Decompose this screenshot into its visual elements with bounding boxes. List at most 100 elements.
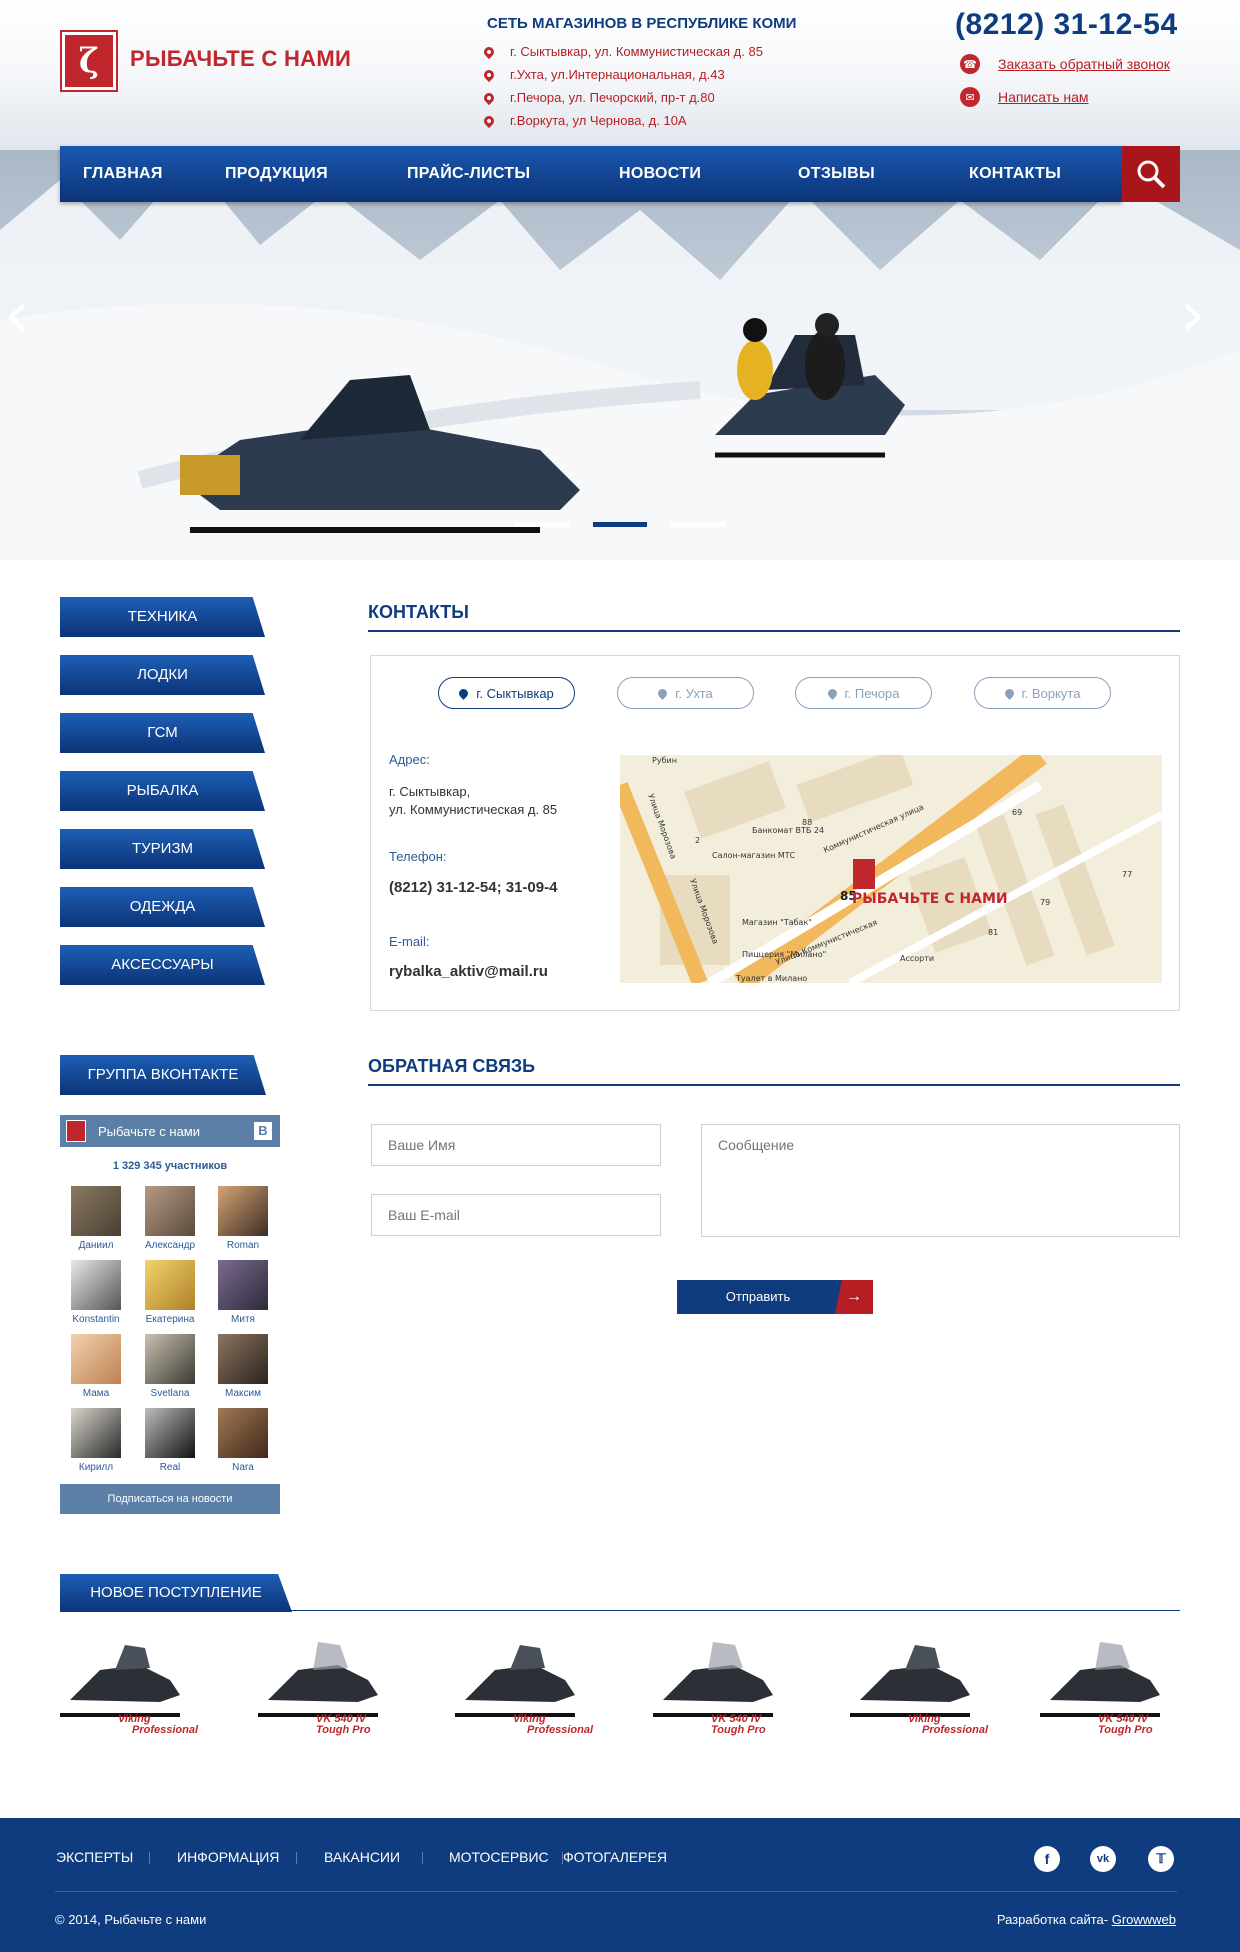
vk-member[interactable]: Svetlana	[140, 1334, 200, 1399]
product-card[interactable]: VK 540 IV Tough Pro	[653, 1640, 793, 1740]
facebook-icon[interactable]: f	[1034, 1846, 1060, 1872]
avatar	[71, 1408, 121, 1458]
location-pin-icon	[481, 113, 497, 128]
message-textarea[interactable]	[701, 1124, 1180, 1237]
map-label: 69	[1012, 808, 1022, 817]
vk-widget-header[interactable]: Рыбачьте с нами B	[60, 1115, 280, 1147]
email-input[interactable]	[371, 1194, 661, 1236]
footer	[0, 1818, 1240, 1952]
developer-link[interactable]: Growwweb	[1112, 1912, 1176, 1927]
network-title: СЕТЬ МАГАЗИНОВ В РЕСПУБЛИКЕ КОМИ	[487, 15, 797, 32]
category-tech[interactable]: ТЕХНИКА	[60, 597, 265, 637]
category-clothing[interactable]: ОДЕЖДА	[60, 887, 265, 927]
nav-item-news[interactable]: НОВОСТИ	[619, 146, 701, 202]
map-label: Рубин	[652, 756, 677, 765]
slider-next-arrow[interactable]: ›	[1180, 283, 1220, 347]
vk-member[interactable]: Митя	[213, 1260, 273, 1325]
product-label: Viking Professional	[118, 1713, 199, 1736]
vk-member[interactable]: Александр	[140, 1186, 200, 1251]
avatar	[218, 1260, 268, 1310]
twitter-icon[interactable]: 𝕋	[1148, 1846, 1174, 1872]
city-tab-vorkuta[interactable]: г. Воркута	[974, 677, 1111, 709]
vk-member[interactable]: Мама	[66, 1334, 126, 1399]
vk-member[interactable]: Nara	[213, 1408, 273, 1473]
snowmobile-image	[653, 1642, 773, 1717]
category-fuel[interactable]: ГСМ	[60, 713, 265, 753]
vk-member[interactable]: Кирилл	[66, 1408, 126, 1473]
map[interactable]: Рубин Улица Морозова Банкомат ВТБ 24 Сал…	[620, 755, 1162, 983]
city-tab-ukhta[interactable]: г. Ухта	[617, 677, 754, 709]
address-item: г.Воркута, ул Чернова, д. 10А	[481, 113, 687, 128]
category-accessories[interactable]: АКСЕССУАРЫ	[60, 945, 265, 985]
product-card[interactable]: Viking Professional	[455, 1640, 595, 1740]
main-nav: ГЛАВНАЯ ПРОДУКЦИЯ ПРАЙС-ЛИСТЫ НОВОСТИ ОТ…	[60, 146, 1122, 202]
product-card[interactable]: Viking Professional	[60, 1640, 200, 1740]
contact-email[interactable]: rybalka_aktiv@mail.ru	[389, 963, 548, 980]
product-label: Viking Professional	[513, 1713, 594, 1736]
slider-dot-active[interactable]	[593, 522, 647, 527]
new-arrivals-divider	[60, 1610, 1180, 1611]
footer-link-gallery[interactable]: ФОТОГАЛЕРЕЯ	[563, 1849, 667, 1865]
name-input[interactable]	[371, 1124, 661, 1166]
footer-link-experts[interactable]: ЭКСПЕРТЫ	[56, 1849, 133, 1865]
slider-prev-arrow[interactable]: ‹	[4, 283, 44, 347]
map-label: 81	[988, 928, 998, 937]
nav-item-products[interactable]: ПРОДУКЦИЯ	[225, 146, 328, 202]
product-label: Viking Professional	[908, 1713, 989, 1736]
address-item: г.Печора, ул. Печорский, пр-т д.80	[481, 90, 715, 105]
vk-group-name[interactable]: Рыбачьте с нами	[98, 1124, 200, 1139]
vk-icon[interactable]: vk	[1090, 1846, 1116, 1872]
slider-dot[interactable]	[671, 522, 725, 527]
contact-phone[interactable]: (8212) 31-12-54; 31-09-4	[389, 879, 557, 896]
logo[interactable]: ζ	[60, 30, 118, 92]
product-card[interactable]: Viking Professional	[850, 1640, 990, 1740]
location-pin-icon	[825, 686, 839, 700]
nav-item-home[interactable]: ГЛАВНАЯ	[83, 146, 163, 202]
subscribe-news-button[interactable]: Подписаться на новости	[60, 1484, 280, 1514]
map-marker-icon[interactable]	[853, 859, 875, 889]
map-canvas: Рубин Улица Морозова Банкомат ВТБ 24 Сал…	[620, 755, 1162, 983]
snowmobile-image	[850, 1645, 970, 1717]
footer-link-vacancies[interactable]: ВАКАНСИИ	[324, 1849, 400, 1865]
vk-member[interactable]: Максим	[213, 1334, 273, 1399]
vk-member[interactable]: Real	[140, 1408, 200, 1473]
logo-text[interactable]: РЫБАЧЬТЕ С НАМИ	[130, 46, 351, 72]
hero-image	[0, 150, 1240, 560]
map-marker-label: РЫБАЧЬТЕ С НАМИ	[852, 891, 1008, 907]
footer-link-info[interactable]: ИНФОРМАЦИЯ	[177, 1849, 279, 1865]
product-card[interactable]: VK 540 IV Tough Pro	[258, 1640, 398, 1740]
write-us-link[interactable]: ✉ Написать нам	[960, 87, 1089, 107]
category-fishing[interactable]: РЫБАЛКА	[60, 771, 265, 811]
location-pin-icon	[656, 686, 670, 700]
map-label: Банкомат ВТБ 24	[752, 826, 824, 835]
search-button[interactable]	[1122, 146, 1180, 202]
fish-logo-icon: ζ	[65, 35, 113, 87]
footer-divider	[55, 1891, 1177, 1892]
product-card[interactable]: VK 540 IV Tough Pro	[1040, 1640, 1180, 1740]
avatar	[71, 1334, 121, 1384]
new-arrivals-title: НОВОЕ ПОСТУПЛЕНИЕ	[60, 1574, 292, 1612]
callback-link[interactable]: ☎ Заказать обратный звонок	[960, 54, 1170, 74]
category-tourism[interactable]: ТУРИЗМ	[60, 829, 265, 869]
nav-item-price-lists[interactable]: ПРАЙС-ЛИСТЫ	[407, 146, 530, 202]
avatar	[218, 1186, 268, 1236]
footer-link-moto-service[interactable]: МОТОСЕРВИС	[449, 1849, 549, 1865]
vk-member[interactable]: Екатерина	[140, 1260, 200, 1325]
vk-member[interactable]: Konstantin	[66, 1260, 126, 1325]
city-tab-pechora[interactable]: г. Печора	[795, 677, 932, 709]
send-button[interactable]: Отправить →	[677, 1280, 873, 1314]
mail-icon: ✉	[960, 87, 980, 107]
city-tab-syktyvkar[interactable]: г. Сыктывкар	[438, 677, 575, 709]
nav-item-reviews[interactable]: ОТЗЫВЫ	[798, 146, 875, 202]
snowmobile-image	[258, 1642, 378, 1717]
contacts-divider	[368, 630, 1180, 632]
vk-member[interactable]: Roman	[213, 1186, 273, 1251]
nav-item-contacts[interactable]: КОНТАКТЫ	[969, 146, 1061, 202]
vk-member[interactable]: Даниил	[66, 1186, 126, 1251]
category-boats[interactable]: ЛОДКИ	[60, 655, 265, 695]
address-line-1: г. Сыктывкар,	[389, 784, 471, 799]
map-label: Пиццерия "Милано"	[742, 950, 826, 959]
header-phone[interactable]: (8212) 31-12-54	[955, 8, 1178, 42]
snowmobile-image	[455, 1645, 575, 1717]
slider-dot[interactable]	[515, 522, 569, 527]
